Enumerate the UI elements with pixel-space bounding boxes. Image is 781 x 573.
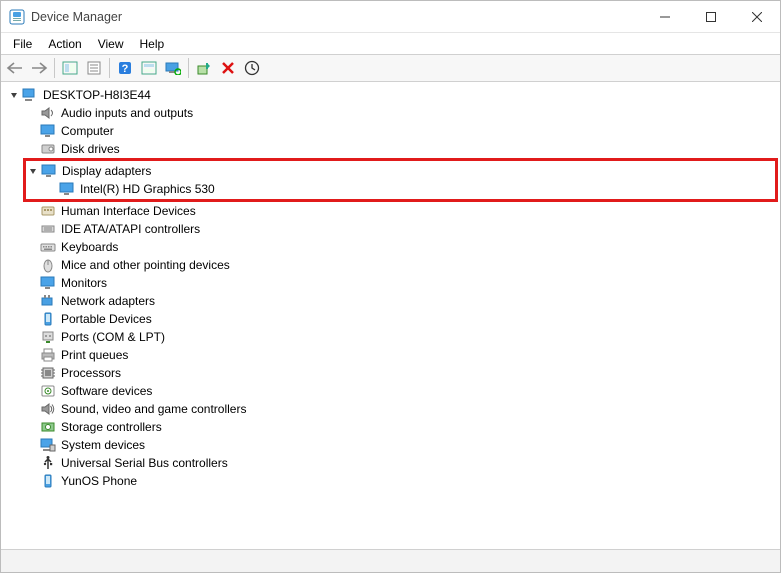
highlight-outline: Display adapters Intel(R) HD Graphics 530 xyxy=(23,158,778,202)
tree-node[interactable]: Human Interface Devices xyxy=(25,202,778,220)
tree-node-label: Display adapters xyxy=(60,164,153,178)
help-button[interactable]: ? xyxy=(113,56,137,80)
storage-icon xyxy=(39,419,57,435)
tree-node[interactable]: Disk drives xyxy=(25,140,778,158)
forward-button[interactable] xyxy=(27,56,51,80)
tree-node-label: Intel(R) HD Graphics 530 xyxy=(78,182,217,196)
tree-node[interactable]: Processors xyxy=(25,364,778,382)
tree-node-label: System devices xyxy=(59,438,147,452)
disk-icon xyxy=(39,141,57,157)
toolbar-separator xyxy=(109,58,110,78)
keyboard-icon xyxy=(39,239,57,255)
tree-node[interactable]: Storage controllers xyxy=(25,418,778,436)
back-button[interactable] xyxy=(3,56,27,80)
portable-icon xyxy=(39,311,57,327)
disable-button[interactable] xyxy=(240,56,264,80)
properties-button[interactable] xyxy=(82,56,106,80)
titlebar: Device Manager xyxy=(1,1,780,33)
menubar: File Action View Help xyxy=(1,33,780,54)
tree-root-node[interactable]: DESKTOP-H8I3E44 xyxy=(7,86,778,104)
device-manager-icon xyxy=(9,9,25,25)
window-title: Device Manager xyxy=(31,10,122,24)
speaker-icon xyxy=(39,105,57,121)
show-hide-console-button[interactable] xyxy=(58,56,82,80)
tree-node[interactable]: Portable Devices xyxy=(25,310,778,328)
tree-node-label: Print queues xyxy=(59,348,130,362)
tree-node[interactable]: Monitors xyxy=(25,274,778,292)
tree-node-label: Audio inputs and outputs xyxy=(59,106,195,120)
tree-node[interactable]: Intel(R) HD Graphics 530 xyxy=(44,180,773,198)
uninstall-button[interactable] xyxy=(216,56,240,80)
toolbar: ? xyxy=(1,54,780,82)
toolbar-separator xyxy=(54,58,55,78)
sound-icon xyxy=(39,401,57,417)
tree-node-label: Mice and other pointing devices xyxy=(59,258,232,272)
tree-node-label: YunOS Phone xyxy=(59,474,139,488)
menu-action[interactable]: Action xyxy=(40,34,89,53)
maximize-button[interactable] xyxy=(688,1,734,33)
tree-node[interactable]: YunOS Phone xyxy=(25,472,778,490)
portable-icon xyxy=(39,473,57,489)
collapse-arrow-icon[interactable] xyxy=(26,164,40,178)
mouse-icon xyxy=(39,257,57,273)
scan-hardware-button[interactable] xyxy=(161,56,185,80)
tree-node[interactable]: IDE ATA/ATAPI controllers xyxy=(25,220,778,238)
network-icon xyxy=(39,293,57,309)
tree-node[interactable]: Mice and other pointing devices xyxy=(25,256,778,274)
tree-node-label: DESKTOP-H8I3E44 xyxy=(41,88,153,102)
tree-node[interactable]: Software devices xyxy=(25,382,778,400)
usb-icon xyxy=(39,455,57,471)
tree-node[interactable]: Network adapters xyxy=(25,292,778,310)
port-icon xyxy=(39,329,57,345)
monitor-icon xyxy=(40,163,58,179)
tree-node-label: Portable Devices xyxy=(59,312,154,326)
tree-node[interactable]: Keyboards xyxy=(25,238,778,256)
tree-node[interactable]: Audio inputs and outputs xyxy=(25,104,778,122)
hid-icon xyxy=(39,203,57,219)
tree-node[interactable]: Computer xyxy=(25,122,778,140)
monitor-icon xyxy=(39,123,57,139)
system-icon xyxy=(39,437,57,453)
tree-node[interactable]: Ports (COM & LPT) xyxy=(25,328,778,346)
tree-node-label: Disk drives xyxy=(59,142,122,156)
device-tree[interactable]: DESKTOP-H8I3E44 Audio inputs and outputs C… xyxy=(1,82,780,550)
update-driver-button[interactable] xyxy=(192,56,216,80)
tree-node-label: Network adapters xyxy=(59,294,157,308)
software-icon xyxy=(39,383,57,399)
tree-node-label: Universal Serial Bus controllers xyxy=(59,456,230,470)
monitor-icon xyxy=(58,181,76,197)
minimize-button[interactable] xyxy=(642,1,688,33)
ide-icon xyxy=(39,221,57,237)
tree-node-label: IDE ATA/ATAPI controllers xyxy=(59,222,202,236)
svg-text:?: ? xyxy=(122,63,129,75)
tree-node-label: Computer xyxy=(59,124,116,138)
statusbar xyxy=(1,550,780,572)
cpu-icon xyxy=(39,365,57,381)
show-hidden-button[interactable] xyxy=(137,56,161,80)
toolbar-separator xyxy=(188,58,189,78)
tree-node-label: Software devices xyxy=(59,384,154,398)
collapse-arrow-icon[interactable] xyxy=(7,88,21,102)
tree-node-label: Ports (COM & LPT) xyxy=(59,330,167,344)
tree-node[interactable]: Print queues xyxy=(25,346,778,364)
close-button[interactable] xyxy=(734,1,780,33)
monitor-icon xyxy=(39,275,57,291)
tree-node[interactable]: System devices xyxy=(25,436,778,454)
printer-icon xyxy=(39,347,57,363)
menu-help[interactable]: Help xyxy=(132,34,173,53)
menu-view[interactable]: View xyxy=(90,34,132,53)
tree-node-label: Human Interface Devices xyxy=(59,204,198,218)
computer-icon xyxy=(21,87,39,103)
menu-file[interactable]: File xyxy=(5,34,40,53)
tree-node[interactable]: Universal Serial Bus controllers xyxy=(25,454,778,472)
tree-node[interactable]: Display adapters xyxy=(26,162,773,180)
tree-node-label: Monitors xyxy=(59,276,109,290)
tree-node[interactable]: Sound, video and game controllers xyxy=(25,400,778,418)
tree-node-label: Storage controllers xyxy=(59,420,164,434)
tree-node-label: Sound, video and game controllers xyxy=(59,402,248,416)
tree-node-label: Processors xyxy=(59,366,123,380)
tree-node-label: Keyboards xyxy=(59,240,120,254)
